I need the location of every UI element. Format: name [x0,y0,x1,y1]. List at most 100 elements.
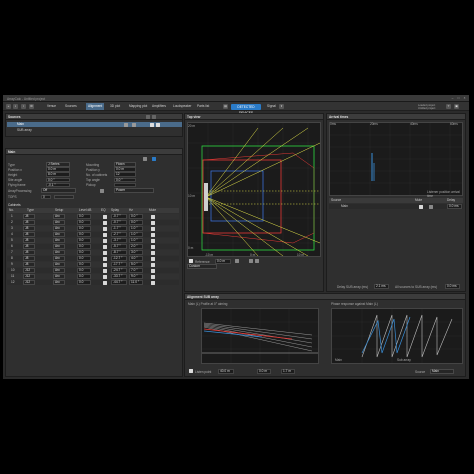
cabinet-level-field[interactable]: 0.0 [77,274,91,279]
tab-3d-plot[interactable]: 3D plot [108,103,122,110]
cabinet-level-field[interactable]: 0.0 [77,250,91,255]
cabinet-level-field[interactable]: 0.0 [77,214,91,219]
cabinet-row[interactable]: 1 J8 Arc 0.0 -0.7 ° 0.0 ° [7,214,179,219]
array-processing-select[interactable]: Off [41,188,76,193]
cabinet-splay-field[interactable]: -0.7 ° [111,220,127,225]
cabinet-row[interactable]: 6 J8 Arc 0.0 -5.7 ° 2.0 ° [7,244,179,249]
cabinet-row[interactable]: 5 J8 Arc 0.0 -3.7 ° 1.0 ° [7,238,179,243]
cabinet-splay-field[interactable]: -0.7 ° [111,214,127,219]
cabinet-eq-checkbox[interactable] [103,220,107,225]
cabinet-angle-field[interactable]: 2.0 ° [129,244,143,249]
main-field-value[interactable]: 8.0 m [46,172,70,177]
cabinet-angle-field[interactable]: 7.0 ° [129,268,143,273]
tab-alignment[interactable]: Alignment [86,103,105,110]
cabinet-row[interactable]: 9 J8 Arc 0.0 -17.7 ° 5.0 ° [7,262,179,267]
tab-loudspeaker[interactable]: Loudspeaker [171,103,193,110]
cabinet-level-field[interactable]: 0.0 [77,268,91,273]
cabinet-row[interactable]: 2 J8 Arc 0.0 -0.7 ° 0.0 ° [7,220,179,225]
help-icon[interactable]: ? [446,103,451,109]
cabinet-type-select[interactable]: J8 [23,250,35,255]
settings-icon[interactable]: ⚙ [29,103,34,109]
main-field-value-2[interactable] [114,182,136,188]
cabinet-type-select[interactable]: J8 [23,214,35,219]
cabinet-type-select[interactable]: J8 [23,262,35,267]
cabinet-splay-field[interactable]: -1.7 ° [111,226,127,231]
cabinet-angle-field[interactable]: 0.0 ° [129,214,143,219]
cabinet-splay-field[interactable]: -33.7 ° [111,274,127,279]
cabinet-setup-select[interactable]: Arc [53,262,65,267]
cabinet-level-field[interactable]: 0.0 [77,244,91,249]
cabinet-row[interactable]: 4 J8 Arc 0.0 -2.7 ° 1.0 ° [7,232,179,237]
new-file-icon[interactable]: + [6,103,11,109]
cabinet-level-field[interactable]: 0.0 [77,226,91,231]
link-icon[interactable] [152,156,156,161]
cabinet-level-field[interactable]: 0.0 [77,238,91,243]
source-row-sub[interactable]: SUB array [7,128,182,133]
cabinet-setup-select[interactable]: Arc [53,232,65,237]
reference-checkbox[interactable] [189,259,193,263]
cabinet-mute-checkbox[interactable] [151,226,155,231]
cabinet-row[interactable]: 10 J12 Arc 0.0 -24.7 ° 7.0 ° [7,268,179,273]
arrival-plot[interactable] [329,122,463,196]
cabinet-mute-checkbox[interactable] [151,244,155,249]
solo-checkbox[interactable] [132,122,136,127]
cabinet-angle-field[interactable]: 11.0 ° [129,280,143,285]
listen-point-checkbox[interactable] [189,369,193,373]
status-badge[interactable]: DETECTED DEVICES [231,103,261,115]
main-field-value[interactable]: 0.0 m [46,167,70,172]
main-field-value-2[interactable]: 0.0 ° [114,177,136,183]
array-processing-mode[interactable]: Power [114,188,154,193]
cabinet-level-field[interactable]: 0.0 [77,280,91,285]
cabinet-type-select[interactable]: J12 [23,280,35,285]
cabinet-angle-field[interactable]: 4.0 ° [129,256,143,261]
cabinet-mute-checkbox[interactable] [151,250,155,255]
cabinet-setup-select[interactable]: Arc [53,214,65,219]
array-processing-checkbox[interactable] [100,188,104,193]
main-field-value[interactable]: J Series [46,162,70,167]
tops-unit-select[interactable] [54,194,74,199]
cabinet-setup-select[interactable]: Arc [53,220,65,225]
pan-icon[interactable] [255,259,259,263]
cabinet-eq-checkbox[interactable] [103,250,107,255]
cabinet-level-field[interactable]: 0.0 [77,220,91,225]
cabinet-setup-select[interactable]: Arc [53,244,65,249]
cabinet-splay-field[interactable]: -12.7 ° [111,256,127,261]
cabinet-row[interactable]: 11 J12 Arc 0.0 -33.7 ° 9.0 ° [7,274,179,279]
cabinet-setup-select[interactable]: Arc [53,280,65,285]
cabinet-row[interactable]: 12 J12 Arc 0.0 -44.7 ° 11.0 ° [7,280,179,285]
cabinet-type-select[interactable]: J8 [23,232,35,237]
cabinet-eq-checkbox[interactable] [103,238,107,243]
main-field-value-2[interactable]: 0.0 m [114,167,136,172]
cabinet-setup-select[interactable]: Arc [53,250,65,255]
phase-plot[interactable] [331,308,463,364]
cabinet-row[interactable]: 3 J8 Arc 0.0 -1.7 ° 1.0 ° [7,226,179,231]
cabinet-level-field[interactable]: 0.0 [77,232,91,237]
minimize-icon[interactable]: – [450,96,455,100]
arrival-solo-checkbox[interactable] [429,204,433,209]
maximize-icon[interactable]: □ [456,96,461,100]
tab-parts-list[interactable]: Parts list [195,103,211,110]
profile-plot[interactable] [201,308,319,364]
tab-sources[interactable]: Sources [63,103,79,110]
cabinet-splay-field[interactable]: -5.7 ° [111,244,127,249]
arrival-delay-field[interactable]: 0.0 ms [447,204,462,209]
main-field-value-2[interactable]: Flown [114,162,136,167]
cabinet-type-select[interactable]: J8 [23,238,35,243]
top-view-plot[interactable] [187,122,321,257]
cabinet-level-field[interactable]: 0.0 [77,262,91,267]
cabinet-eq-checkbox[interactable] [103,268,107,273]
main-field-value-2[interactable]: 12 [114,172,136,177]
cabinet-eq-checkbox[interactable] [103,262,107,267]
cabinet-mute-checkbox[interactable] [151,274,155,279]
cabinet-row[interactable]: 7 J8 Arc 0.0 -8.7 ° 3.0 ° [7,250,179,255]
listen-z-field[interactable]: 1.7 m [281,369,295,374]
cabinet-type-select[interactable]: J12 [23,268,35,273]
cabinet-splay-field[interactable]: -24.7 ° [111,268,127,273]
tops-field[interactable]: 0 [41,194,51,199]
signal-button[interactable]: Signal [265,103,278,110]
cabinet-eq-checkbox[interactable] [103,274,107,279]
cabinet-mute-checkbox[interactable] [151,214,155,219]
cabinet-splay-field[interactable]: -2.7 ° [111,232,127,237]
listen-y-field[interactable]: 0.0 m [257,369,271,374]
remove-source-icon[interactable] [152,115,156,119]
